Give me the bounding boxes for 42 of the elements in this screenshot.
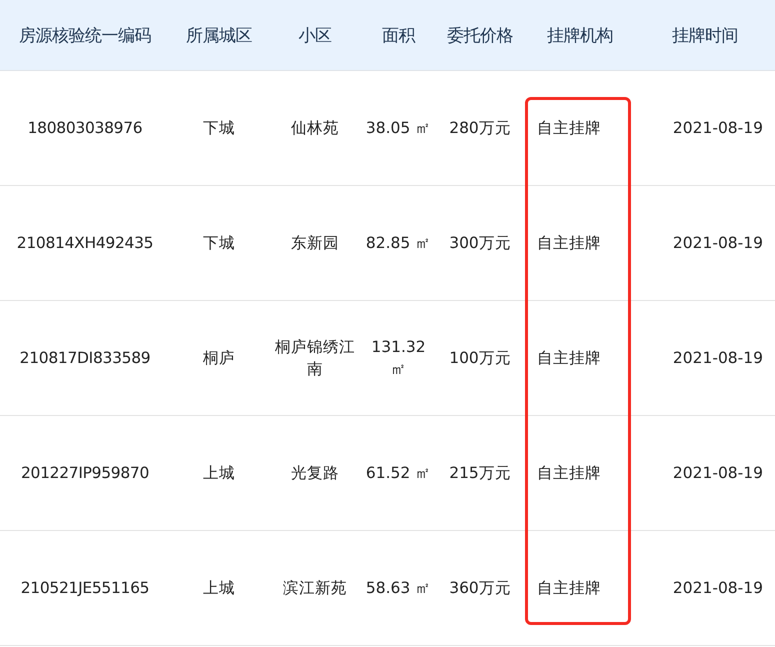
table-cell: 2021-08-19 (635, 530, 775, 646)
column-header: 小区 (268, 0, 362, 70)
table-cell: 38.05 ㎡ (362, 70, 435, 186)
table-cell: 280万元 (435, 70, 525, 186)
table-cell: 201227IP959870 (0, 416, 170, 530)
column-header: 挂牌时间 (635, 0, 775, 70)
table-cell: 下城 (170, 186, 268, 300)
table-cell: 215万元 (435, 416, 525, 530)
table-cell: 131.32 ㎡ (362, 300, 435, 416)
table-cell: 210817DI833589 (0, 300, 170, 416)
table-cell: 58.63 ㎡ (362, 530, 435, 646)
table-cell: 上城 (170, 530, 268, 646)
table-cell: 自主挂牌 (525, 70, 635, 186)
table-cell: 360万元 (435, 530, 525, 646)
table-cell: 300万元 (435, 186, 525, 300)
table-cell: 下城 (170, 70, 268, 186)
table-cell: 2021-08-19 (635, 300, 775, 416)
table-cell: 自主挂牌 (525, 530, 635, 646)
table-cell: 61.52 ㎡ (362, 416, 435, 530)
table-cell: 2021-08-19 (635, 186, 775, 300)
column-header: 房源核验统一编码 (0, 0, 170, 70)
table-cell: 2021-08-19 (635, 416, 775, 530)
table-cell: 上城 (170, 416, 268, 530)
table-cell: 滨江新苑 (268, 530, 362, 646)
table-cell: 自主挂牌 (525, 416, 635, 530)
table-cell: 桐庐锦绣江南 (268, 300, 362, 416)
table-cell: 光复路 (268, 416, 362, 530)
table-cell: 210521JE551165 (0, 530, 170, 646)
column-header: 所属城区 (170, 0, 268, 70)
table-cell: 东新园 (268, 186, 362, 300)
table-cell: 仙林苑 (268, 70, 362, 186)
table-cell: 210814XH492435 (0, 186, 170, 300)
table-cell: 桐庐 (170, 300, 268, 416)
table-cell: 82.85 ㎡ (362, 186, 435, 300)
table-cell: 自主挂牌 (525, 300, 635, 416)
column-header: 面积 (362, 0, 435, 70)
table-cell: 180803038976 (0, 70, 170, 186)
column-header: 委托价格 (435, 0, 525, 70)
table-cell: 100万元 (435, 300, 525, 416)
column-header: 挂牌机构 (525, 0, 635, 70)
table-cell: 2021-08-19 (635, 70, 775, 186)
table-cell: 自主挂牌 (525, 186, 635, 300)
